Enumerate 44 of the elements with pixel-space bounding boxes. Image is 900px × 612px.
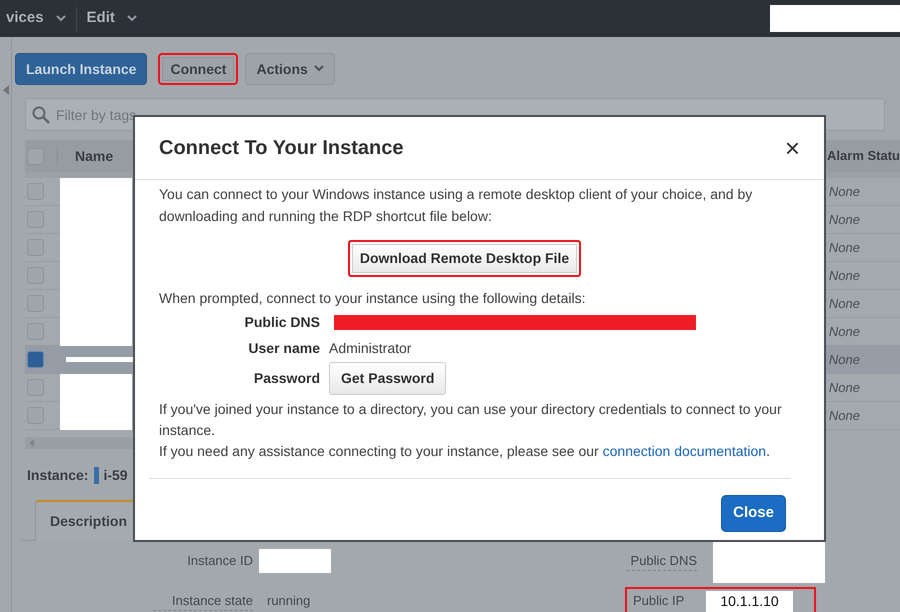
table-cell-text: None: [828, 210, 860, 229]
detail-value: 10.1.1.10: [706, 590, 793, 612]
scroll-left-icon[interactable]: [29, 439, 34, 447]
column-header: Alarm Statu: [827, 147, 900, 166]
table-cell-text: None: [828, 238, 860, 257]
instance-label: Instance:: [27, 466, 88, 485]
table-cell-text: None: [828, 294, 860, 313]
field-value: Administrator: [329, 338, 412, 358]
launch-button[interactable]: Launch Instance: [15, 53, 148, 85]
detail-label: Public DNS: [627, 550, 697, 572]
detail-value: running: [267, 592, 310, 610]
caret-icon: [314, 64, 324, 72]
close-button[interactable]: Close: [721, 495, 786, 532]
menu-item[interactable]: Edit: [76, 0, 147, 37]
help-text: If you need any assistance connecting to your instance, please see our connection documentation.: [159, 442, 771, 461]
status-bar-icon: [94, 467, 100, 484]
field-label: Password: [252, 368, 321, 388]
caret-icon: [56, 15, 66, 22]
table-cell-text: None: [828, 182, 860, 201]
download-button[interactable]: Download Remote Desktop File: [348, 240, 582, 277]
row-checkbox[interactable]: [27, 351, 44, 368]
collapse-arrow-icon[interactable]: [2, 85, 8, 95]
table-cell-text: None: [828, 322, 860, 341]
connect-button[interactable]: Connect: [158, 53, 238, 85]
detail-label: Instance state: [153, 590, 253, 612]
intro-text: You can connect to your Windows instance using a remote desktop client of your choice, and by downloading and running the RDP shortcut file below:: [159, 185, 754, 226]
directory-note: If you've joined your instance to a directory, you can use your directory credentials to connect to your instance.: [159, 400, 783, 440]
table-cell-text: None: [828, 378, 860, 397]
close-button[interactable]: ×: [784, 135, 800, 161]
prompt-text: When prompted, connect to your instance using the following details:: [159, 289, 586, 308]
field-label: Public DNS: [244, 312, 321, 332]
dialog-title: Connect To Your Instance: [159, 136, 404, 160]
instance-id: i-59: [103, 466, 128, 485]
table-cell-text: None: [828, 350, 860, 369]
table-cell-text: None: [828, 406, 860, 425]
table-cell-text: None: [828, 266, 860, 285]
detail-label: Instance ID: [186, 552, 253, 570]
column-header: Name: [75, 146, 114, 166]
caret-icon: [126, 15, 137, 22]
menu-item[interactable]: vices: [0, 0, 76, 37]
documentation-link[interactable]: connection documentation: [602, 443, 766, 459]
detail-label: Public IP: [633, 592, 684, 610]
get-password-button[interactable]: Get Password: [329, 362, 446, 394]
actions-dropdown-button[interactable]: Actions: [245, 53, 335, 85]
